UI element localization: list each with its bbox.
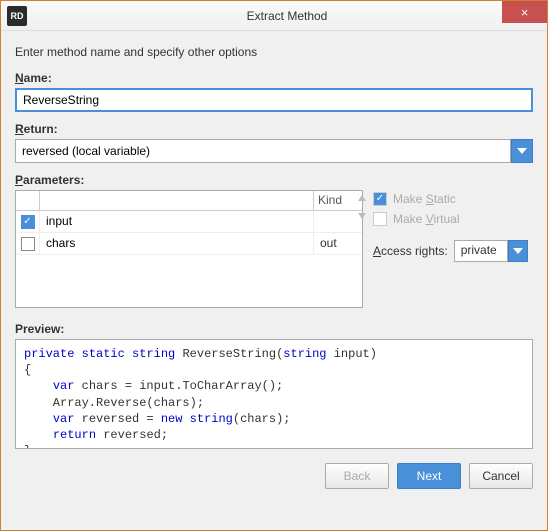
- make-virtual-checkbox: [373, 212, 387, 226]
- access-rights-label: Access rights:: [373, 244, 448, 258]
- name-label: Name:: [15, 71, 533, 85]
- arrow-down-icon: [357, 210, 367, 220]
- back-button[interactable]: Back: [325, 463, 389, 489]
- return-value: reversed (local variable): [22, 144, 150, 158]
- make-static-option: Make Static: [373, 192, 533, 206]
- param-name: chars: [40, 233, 314, 254]
- chevron-down-icon: [513, 248, 523, 254]
- arrow-up-icon: [357, 194, 367, 204]
- close-button[interactable]: ×: [502, 1, 547, 23]
- param-checkbox[interactable]: [21, 237, 35, 251]
- param-name: input: [40, 211, 314, 232]
- chevron-down-icon: [517, 148, 527, 154]
- access-rights-select[interactable]: private: [454, 240, 508, 262]
- app-icon: RD: [7, 6, 27, 26]
- make-static-checkbox: [373, 192, 387, 206]
- return-select[interactable]: reversed (local variable): [15, 139, 511, 163]
- intro-text: Enter method name and specify other opti…: [15, 45, 533, 59]
- return-dropdown-button[interactable]: [511, 139, 533, 163]
- method-name-input[interactable]: [15, 88, 533, 112]
- table-row[interactable]: charsout: [16, 233, 362, 255]
- make-virtual-option: Make Virtual: [373, 212, 533, 226]
- parameters-header: Kind: [16, 191, 362, 211]
- next-button[interactable]: Next: [397, 463, 461, 489]
- param-checkbox[interactable]: [21, 215, 35, 229]
- preview-code: private static string ReverseString(stri…: [15, 339, 533, 449]
- parameters-label: Parameters:: [15, 173, 533, 187]
- preview-label: Preview:: [15, 322, 533, 336]
- cancel-button[interactable]: Cancel: [469, 463, 533, 489]
- close-icon: ×: [521, 5, 529, 20]
- return-label: Return:: [15, 122, 533, 136]
- window-title: Extract Method: [27, 9, 547, 23]
- table-row[interactable]: input: [16, 211, 362, 233]
- param-kind: out: [314, 233, 362, 254]
- access-rights-dropdown-button[interactable]: [508, 240, 528, 262]
- move-up-button[interactable]: [355, 192, 369, 206]
- title-bar: RD Extract Method ×: [1, 1, 547, 31]
- parameters-table[interactable]: Kind inputcharsout: [15, 190, 363, 308]
- move-down-button[interactable]: [355, 208, 369, 222]
